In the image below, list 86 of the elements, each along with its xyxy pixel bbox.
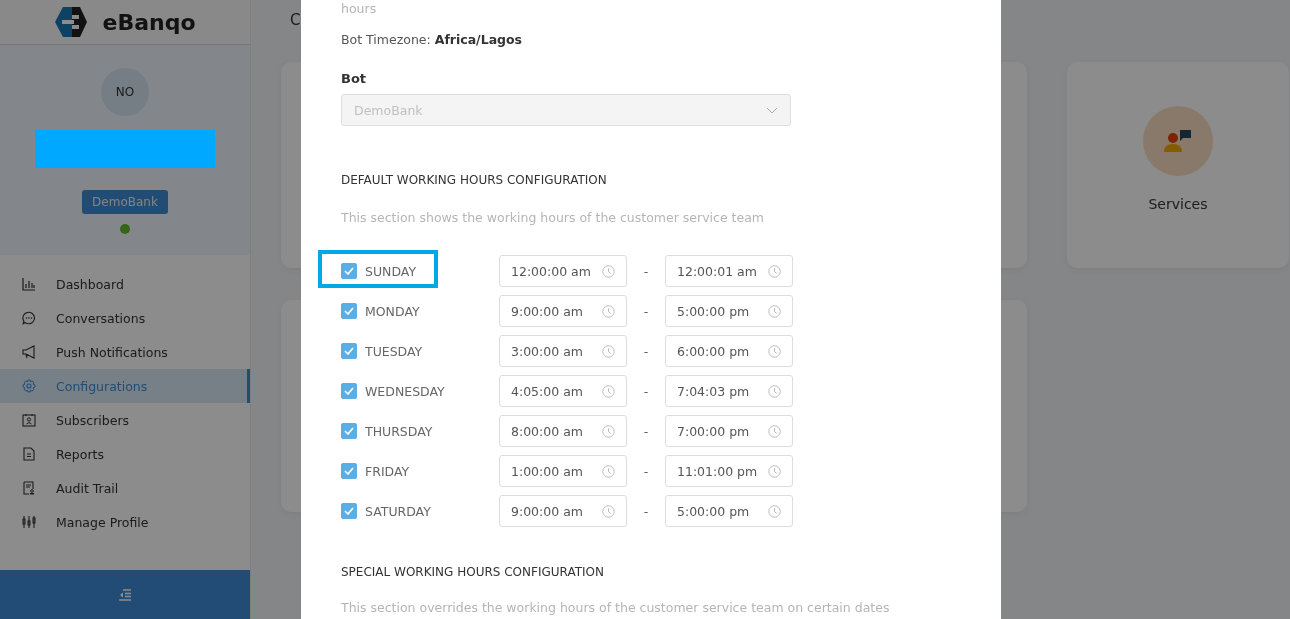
time-field[interactable]: 3:00:00 am bbox=[499, 335, 627, 367]
clock-icon bbox=[602, 304, 615, 318]
range-separator: - bbox=[642, 343, 650, 359]
range-separator: - bbox=[642, 383, 650, 399]
time-field[interactable]: 1:00:00 am bbox=[499, 455, 627, 487]
page-title: C bbox=[290, 11, 301, 29]
checkbox[interactable] bbox=[341, 383, 357, 399]
day-label: TUESDAY bbox=[365, 343, 423, 359]
section-note: This section shows the working hours of the customer service team bbox=[341, 210, 765, 225]
check-icon bbox=[344, 267, 354, 275]
services-card[interactable]: Services bbox=[1067, 62, 1289, 268]
nav-item[interactable]: Subscribers bbox=[0, 403, 250, 437]
check-icon bbox=[344, 387, 354, 395]
time-field[interactable]: 5:00:00 pm bbox=[665, 495, 793, 527]
check-icon bbox=[344, 347, 354, 355]
checkbox[interactable] bbox=[341, 423, 357, 439]
intro-text: hours bbox=[341, 1, 378, 18]
nav-item[interactable]: Audit Trail bbox=[0, 471, 250, 505]
day-label: WEDNESDAY bbox=[365, 383, 445, 399]
document-icon bbox=[22, 447, 36, 461]
clock-icon bbox=[602, 504, 615, 518]
clock-icon bbox=[602, 264, 615, 278]
range-separator: - bbox=[642, 463, 650, 479]
day-label: MONDAY bbox=[365, 303, 420, 319]
nav-item[interactable]: Conversations bbox=[0, 301, 250, 335]
logo-icon bbox=[54, 6, 89, 38]
time-field[interactable]: 9:00:00 am bbox=[499, 495, 627, 527]
sliders-icon bbox=[22, 515, 36, 529]
time-field[interactable]: 12:00:00 am bbox=[499, 255, 627, 287]
clock-icon bbox=[768, 464, 781, 478]
clock-icon bbox=[602, 424, 615, 438]
time-field[interactable]: 7:04:03 pm bbox=[665, 375, 793, 407]
time-field[interactable]: 4:05:00 am bbox=[499, 375, 627, 407]
clock-icon bbox=[768, 384, 781, 398]
settings-icon bbox=[22, 379, 36, 393]
clock-icon bbox=[768, 424, 781, 438]
checkbox[interactable] bbox=[341, 263, 357, 279]
section-note: This section overrides the working hours of the customer service team on certain dates bbox=[341, 601, 891, 615]
day-label: FRIDAY bbox=[365, 463, 410, 479]
time-field[interactable]: 9:00:00 am bbox=[499, 295, 627, 327]
time-field[interactable]: 6:00:00 pm bbox=[665, 335, 793, 367]
checkbox[interactable] bbox=[341, 303, 357, 319]
timezone-text: Bot Timezone: Africa/Lagos bbox=[341, 32, 524, 47]
clock-icon bbox=[768, 304, 781, 318]
avatar: NO bbox=[101, 68, 149, 116]
time-field[interactable]: 12:00:01 am bbox=[665, 255, 793, 287]
range-separator: - bbox=[642, 263, 650, 279]
range-separator: - bbox=[642, 423, 650, 439]
range-separator: - bbox=[642, 303, 650, 319]
clock-icon bbox=[768, 264, 781, 278]
nav-item[interactable]: Manage Profile bbox=[0, 505, 250, 539]
bot-badge: DemoBank bbox=[82, 190, 168, 214]
checkbox[interactable] bbox=[341, 343, 357, 359]
range-separator: - bbox=[642, 503, 650, 519]
check-icon bbox=[344, 467, 354, 475]
nav-item[interactable]: Reports bbox=[0, 437, 250, 471]
section-heading: DEFAULT WORKING HOURS CONFIGURATION bbox=[341, 173, 608, 187]
day-label: SATURDAY bbox=[365, 503, 431, 519]
section-heading: SPECIAL WORKING HOURS CONFIGURATION bbox=[341, 565, 605, 579]
check-icon bbox=[344, 427, 354, 435]
clock-icon bbox=[768, 344, 781, 358]
day-label: THURSDAY bbox=[365, 423, 433, 439]
megaphone-icon bbox=[22, 345, 36, 359]
time-field[interactable]: 5:00:00 pm bbox=[665, 295, 793, 327]
clock-icon bbox=[602, 464, 615, 478]
check-icon bbox=[344, 507, 354, 515]
clock-icon bbox=[768, 504, 781, 518]
clock-icon bbox=[602, 384, 615, 398]
checkbox[interactable] bbox=[341, 463, 357, 479]
brand-name: eBanqo bbox=[102, 9, 196, 35]
clock-icon bbox=[602, 344, 615, 358]
chat-bubble-icon bbox=[22, 311, 36, 325]
day-label: SUNDAY bbox=[365, 263, 417, 279]
check-icon bbox=[344, 307, 354, 315]
checkbox[interactable] bbox=[341, 503, 357, 519]
time-field[interactable]: 8:00:00 am bbox=[499, 415, 627, 447]
time-field[interactable]: 11:01:00 pm bbox=[665, 455, 793, 487]
nav-item[interactable]: Push Notifications bbox=[0, 335, 250, 369]
chevron-down-icon bbox=[766, 106, 778, 114]
field-label: Bot bbox=[341, 71, 368, 86]
bar-chart-icon bbox=[22, 277, 36, 291]
time-field[interactable]: 7:00:00 pm bbox=[665, 415, 793, 447]
contact-card-icon bbox=[22, 413, 36, 427]
nav-item[interactable]: Dashboard bbox=[0, 267, 250, 301]
audit-document-icon bbox=[22, 481, 36, 495]
collapse-menu-icon bbox=[118, 588, 132, 601]
